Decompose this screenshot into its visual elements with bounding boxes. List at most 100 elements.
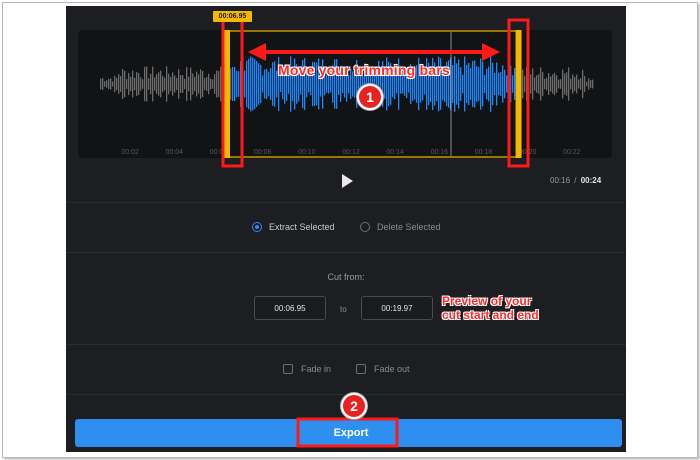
waveform-bar [524, 75, 526, 93]
waveform-bar [274, 61, 276, 107]
fade-out-label: Fade out [374, 364, 410, 374]
waveform-bar [472, 60, 474, 108]
to-label: to [340, 305, 347, 314]
waveform-bar [142, 79, 144, 89]
waveform-bar [216, 70, 218, 98]
waveform-bar [220, 66, 222, 102]
waveform-bar [164, 77, 166, 91]
waveform-bar [178, 69, 180, 99]
waveform[interactable]: 00:02 00:04 00:06 00:08 00:10 00:12 00:14 00:16… [78, 30, 612, 158]
waveform-bar [126, 78, 128, 90]
waveform-bar [150, 73, 152, 95]
waveform-bar [572, 74, 574, 94]
right-trim-handle[interactable] [515, 30, 522, 158]
waveform-bar [166, 66, 168, 102]
waveform-bar [148, 78, 150, 90]
waveform-bar [136, 72, 138, 96]
timeline-tick-label: 00:12 [342, 149, 360, 156]
waveform-bar [116, 77, 118, 91]
cut-end-input[interactable]: 00:19.97 [361, 296, 433, 320]
waveform-bar [202, 70, 204, 98]
timeline-tick-label: 00:14 [386, 149, 404, 156]
section-divider [66, 252, 626, 253]
waveform-bar [252, 57, 254, 111]
waveform-bar [526, 67, 528, 101]
waveform-bar [578, 79, 580, 89]
waveform-bar [218, 70, 220, 98]
waveform-bar [264, 69, 266, 99]
delete-selected-radio[interactable]: Delete Selected [360, 222, 441, 232]
export-bar[interactable]: Export [75, 419, 622, 447]
waveform-bar [192, 73, 194, 95]
waveform-bar [194, 76, 196, 92]
waveform-bar [486, 68, 488, 100]
cut-start-input[interactable]: 00:06.95 [254, 296, 326, 320]
waveform-bar [566, 72, 568, 96]
waveform-bar [242, 73, 244, 95]
waveform-bar [146, 66, 148, 102]
waveform-bar [222, 75, 224, 93]
waveform-bar [514, 68, 516, 100]
waveform-bar [330, 75, 332, 93]
waveform-bar [128, 73, 130, 95]
waveform-bar [210, 78, 212, 90]
time-display: 00:16 / 00:24 [550, 176, 601, 185]
waveform-bar [188, 76, 190, 92]
play-button[interactable] [338, 172, 356, 190]
waveform-bar [474, 60, 476, 108]
waveform-bar [102, 78, 104, 90]
waveform-bar [468, 62, 470, 106]
waveform-bar [200, 69, 202, 99]
left-trim-handle[interactable] [223, 30, 230, 158]
waveform-bar [460, 67, 462, 101]
fade-out-checkbox[interactable]: Fade out [356, 364, 410, 374]
waveform-bar [504, 69, 506, 99]
waveform-bar [512, 75, 514, 93]
waveform-bar [124, 70, 126, 98]
timeline-tick-label: 00:02 [121, 149, 139, 156]
export-button[interactable]: Export [305, 422, 397, 444]
waveform-bar [554, 72, 556, 96]
timeline-tick-label: 00:04 [166, 149, 184, 156]
waveform-bar [584, 76, 586, 92]
waveform-bar [206, 76, 208, 92]
waveform-bar [494, 72, 496, 96]
waveform-bar [246, 60, 248, 108]
waveform-bar [234, 67, 236, 101]
waveform-bar [480, 58, 482, 110]
waveform-bar [114, 75, 116, 93]
fade-in-checkbox[interactable]: Fade in [283, 364, 331, 374]
waveform-bar [260, 64, 262, 104]
waveform-bar [180, 75, 182, 93]
waveform-bar [542, 72, 544, 96]
waveform-panel[interactable]: 00:02 00:04 00:06 00:08 00:10 00:12 00:14 00:16… [78, 30, 612, 158]
waveform-bar [522, 69, 524, 99]
waveform-bar [268, 71, 270, 97]
waveform-bar [280, 75, 282, 93]
preview-note-line1: Preview of your [442, 294, 532, 308]
section-divider [66, 344, 626, 345]
waveform-bar [576, 74, 578, 94]
waveform-bar [176, 77, 178, 91]
waveform-bar [104, 81, 106, 87]
waveform-bar [156, 74, 158, 94]
waveform-bar [308, 75, 310, 93]
handle-time-tag: 00:06.95 [213, 11, 252, 22]
waveform-bar [570, 78, 572, 90]
waveform-bar [564, 73, 566, 95]
waveform-bar [230, 68, 232, 100]
waveform-bar [530, 74, 532, 94]
waveform-bar [592, 79, 594, 89]
waveform-bar [532, 68, 534, 100]
waveform-bar [582, 69, 584, 99]
timeline-tick-label: 00:10 [298, 149, 316, 156]
waveform-bar [574, 76, 576, 92]
waveform-bar [186, 67, 188, 101]
waveform-bar [248, 58, 250, 110]
extract-selected-radio[interactable]: Extract Selected [252, 222, 335, 232]
waveform-bar [204, 78, 206, 90]
waveform-bar [118, 74, 120, 94]
waveform-bar [138, 73, 140, 95]
waveform-bar [538, 74, 540, 94]
cut-from-label: Cut from: [327, 272, 365, 282]
